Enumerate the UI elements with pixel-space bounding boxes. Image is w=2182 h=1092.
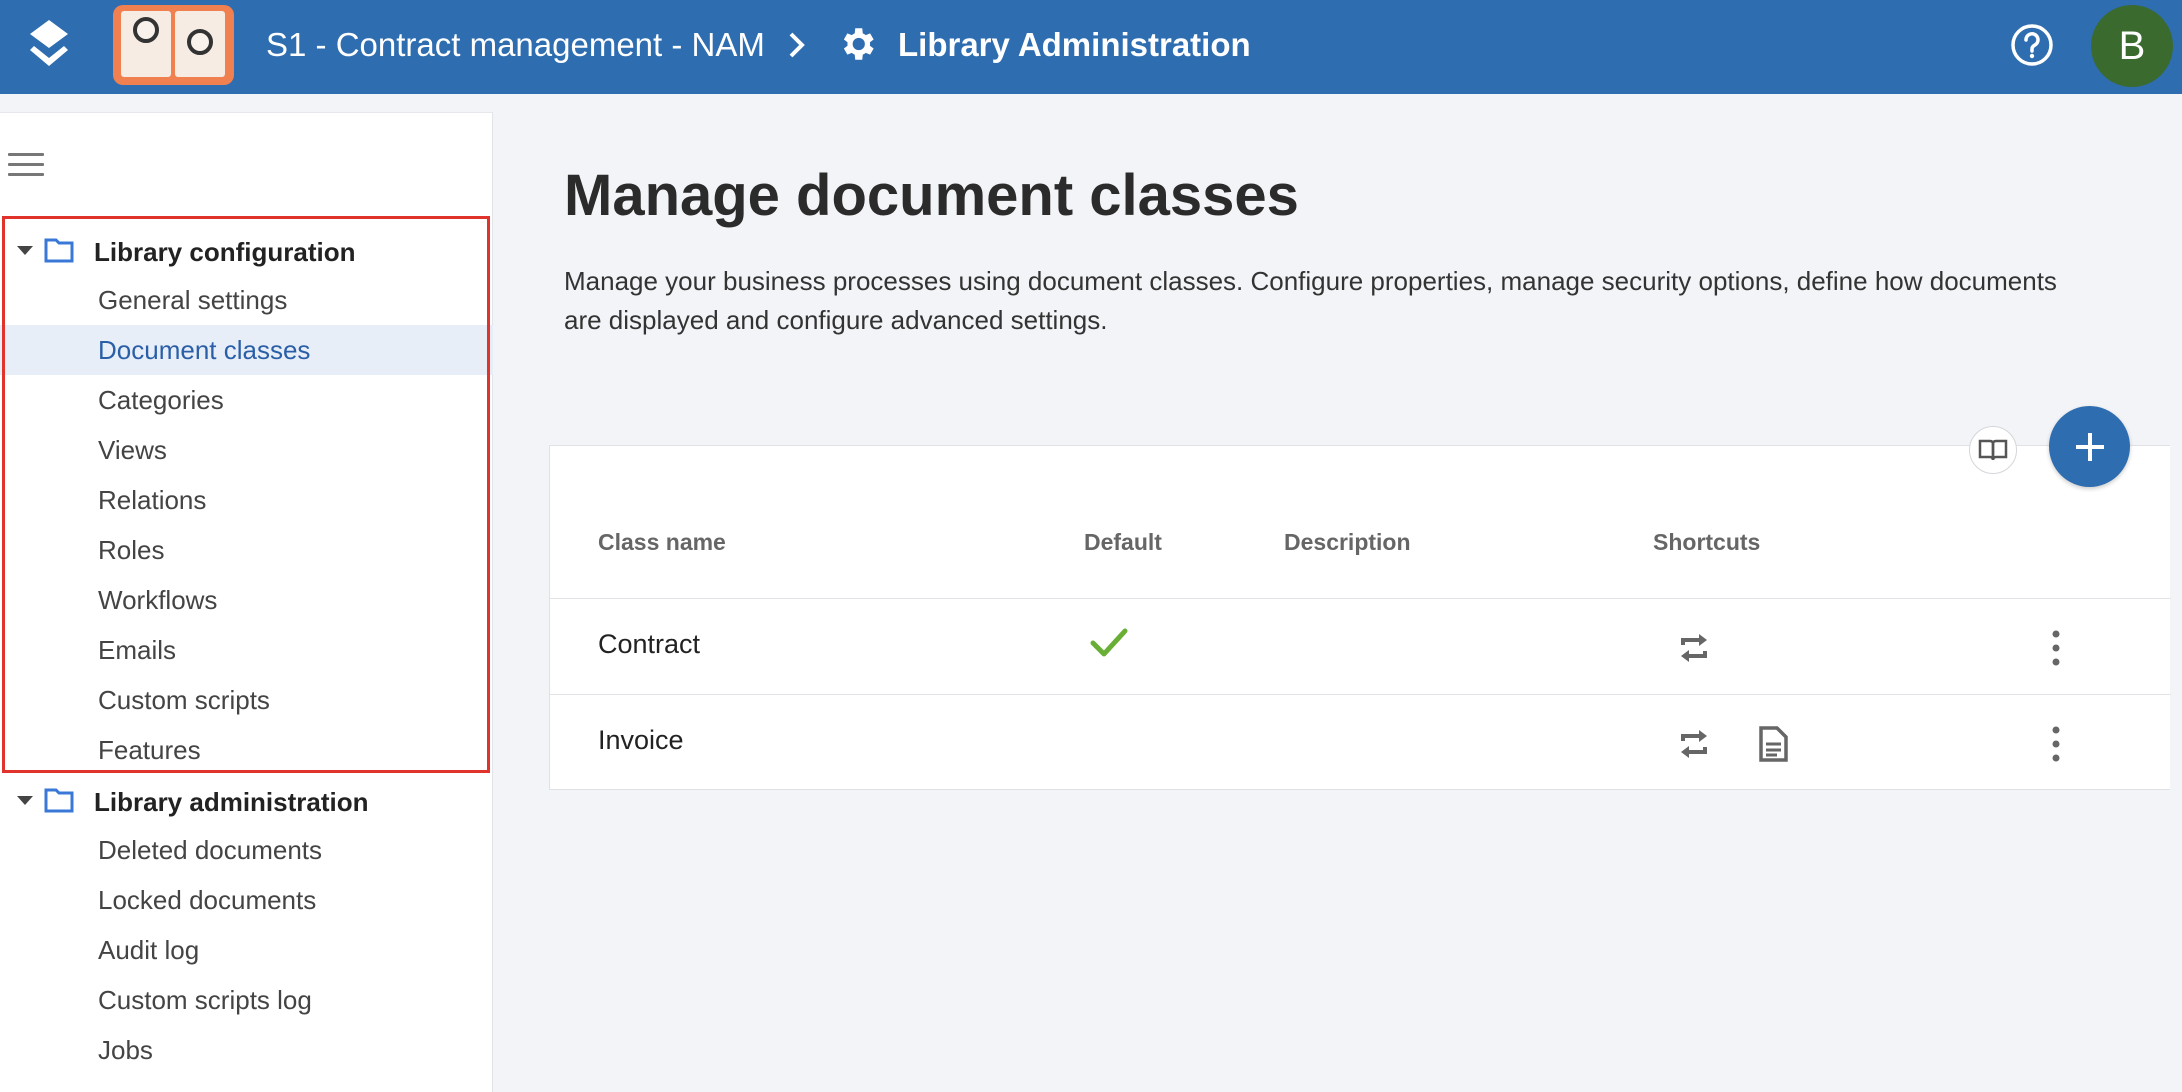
menu-icon[interactable] (8, 153, 44, 179)
nav-group-library-configuration: Library configuration General settings D… (0, 225, 493, 775)
sidebar-item-locked-documents[interactable]: Locked documents (0, 875, 493, 925)
app-logo-icon[interactable] (26, 20, 72, 74)
document-classes-table: Class name Default Description Shortcuts… (549, 445, 2171, 790)
sidebar-item-categories[interactable]: Categories (0, 375, 493, 425)
chevron-right-icon (789, 32, 805, 58)
sidebar: Library configuration General settings D… (0, 112, 493, 1092)
column-header-shortcuts: Shortcuts (1653, 529, 1761, 555)
plus-icon (2075, 432, 2104, 461)
sidebar-item-document-classes[interactable]: Document classes (0, 325, 493, 375)
page-title: Manage document classes (564, 163, 1299, 228)
sidebar-item-views[interactable]: Views (0, 425, 493, 475)
sidebar-item-custom-scripts[interactable]: Custom scripts (0, 675, 493, 725)
page-description: Manage your business processes using doc… (564, 266, 2057, 335)
more-vert-icon[interactable] (2050, 725, 2062, 763)
column-header-default[interactable]: Default (1084, 529, 1162, 556)
sidebar-item-features[interactable]: Features (0, 725, 493, 775)
library-thumbnail[interactable] (113, 5, 234, 85)
top-app-bar: S1 - Contract management - NAM Library A… (0, 0, 2182, 94)
folder-icon (44, 788, 74, 813)
help-icon[interactable] (2010, 23, 2054, 67)
nav-group-library-administration: Library administration Deleted documents… (0, 775, 493, 1075)
class-name-cell[interactable]: Invoice (598, 725, 684, 756)
column-header-description[interactable]: Description (1284, 529, 1411, 556)
column-header-class-name[interactable]: Class name (598, 529, 726, 556)
documentation-button[interactable] (1969, 426, 2017, 474)
document-icon[interactable] (1754, 725, 1792, 763)
caret-down-icon[interactable] (17, 796, 33, 805)
sidebar-item-emails[interactable]: Emails (0, 625, 493, 675)
breadcrumb-current: Library Administration (898, 26, 1251, 63)
sidebar-item-deleted-documents[interactable]: Deleted documents (0, 825, 493, 875)
gear-icon (843, 28, 874, 60)
add-document-class-button[interactable] (2049, 406, 2130, 487)
folder-icon (44, 238, 74, 263)
sidebar-item-audit-log[interactable]: Audit log (0, 925, 493, 975)
user-avatar[interactable]: B (2091, 5, 2173, 87)
sidebar-item-workflows[interactable]: Workflows (0, 575, 493, 625)
sidebar-item-jobs[interactable]: Jobs (0, 1025, 493, 1075)
sidebar-item-general-settings[interactable]: General settings (0, 275, 493, 325)
nav-group-header[interactable]: Library administration (0, 775, 493, 825)
library-name[interactable]: S1 - Contract management - NAM (266, 26, 765, 64)
table-row[interactable]: Invoice (550, 694, 2171, 790)
sidebar-item-roles[interactable]: Roles (0, 525, 493, 575)
check-icon (1090, 628, 1128, 657)
caret-down-icon[interactable] (17, 246, 33, 255)
sync-icon[interactable] (1675, 629, 1713, 667)
nav-group-header[interactable]: Library configuration (0, 225, 493, 275)
sync-icon[interactable] (1675, 725, 1713, 763)
table-row[interactable]: Contract (550, 598, 2171, 694)
book-icon (1978, 439, 2008, 461)
class-name-cell[interactable]: Contract (598, 629, 700, 660)
sidebar-item-relations[interactable]: Relations (0, 475, 493, 525)
more-vert-icon[interactable] (2050, 629, 2062, 667)
sidebar-item-custom-scripts-log[interactable]: Custom scripts log (0, 975, 493, 1025)
